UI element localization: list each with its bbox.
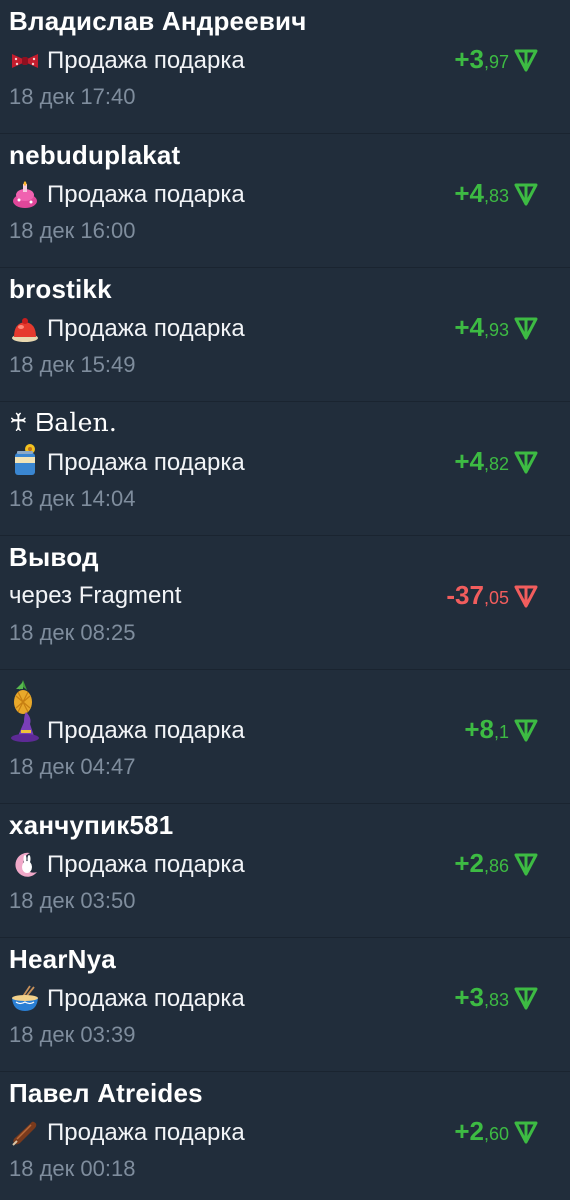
transaction-amount: +2,60	[454, 1116, 539, 1147]
transaction-row[interactable]: HearNya Продажа подарка 18 дек 03:39 +3,…	[0, 938, 570, 1072]
witch-hat-icon	[11, 712, 39, 742]
transaction-row[interactable]: ♰ ᗷalen. Продажа подарка 18 дек 14:04 +4…	[0, 402, 570, 536]
transaction-subtitle: Продажа подарка	[9, 314, 245, 344]
transaction-amount: +8,1	[464, 714, 539, 745]
ton-icon	[514, 853, 538, 875]
transaction-list: Владислав Андреевич Продажа подарка 18 д…	[0, 0, 570, 1200]
amount-int: +4	[454, 178, 484, 208]
transaction-subtitle: Продажа подарка	[9, 46, 245, 76]
transaction-date: 18 дек 03:50	[9, 888, 136, 913]
transaction-date: 18 дек 04:47	[9, 754, 136, 779]
subtitle-text: Продажа подарка	[47, 985, 245, 1012]
subtitle-text: Продажа подарка	[47, 717, 245, 744]
jelly-icon	[12, 318, 38, 342]
transaction-title: ♰ ᗷalen.	[9, 408, 118, 437]
transaction-subtitle: Продажа подарка	[9, 1118, 245, 1148]
transaction-amount: +2,86	[454, 848, 539, 879]
sausage-icon	[12, 1121, 37, 1146]
amount-frac: ,05	[483, 587, 509, 608]
amount-int: +2	[454, 848, 484, 878]
amount-frac: ,83	[483, 185, 509, 206]
transaction-amount: +3,83	[454, 982, 539, 1013]
ton-icon	[514, 987, 538, 1009]
amount-int: +4	[454, 446, 484, 476]
transaction-date: 18 дек 14:04	[9, 486, 136, 511]
subtitle-text: через Fragment	[9, 582, 182, 609]
transaction-subtitle: Продажа подарка	[9, 444, 245, 478]
subtitle-text: Продажа подарка	[47, 181, 245, 208]
subtitle-text: Продажа подарка	[47, 851, 245, 878]
transaction-title: HearNya	[9, 944, 116, 974]
ton-icon	[514, 317, 538, 339]
transaction-subtitle: Продажа подарка	[9, 984, 245, 1014]
transaction-date: 18 дек 00:18	[9, 1156, 136, 1181]
amount-frac: ,93	[483, 319, 509, 340]
amount-int: +8	[464, 714, 494, 744]
transaction-title: Владислав Андреевич	[9, 6, 307, 36]
transaction-title: Павел Atreides	[9, 1078, 203, 1108]
transaction-row[interactable]: Владислав Андреевич Продажа подарка 18 д…	[0, 0, 570, 134]
transaction-amount: +4,83	[454, 178, 539, 209]
transaction-amount: +4,93	[454, 312, 539, 343]
transaction-title: Вывод	[9, 542, 99, 572]
transaction-row[interactable]: Вывод через Fragment 18 дек 08:25 -37,05	[0, 536, 570, 670]
amount-int: +4	[454, 312, 484, 342]
flower-jar-icon	[15, 444, 35, 475]
transaction-date: 18 дек 08:25	[9, 620, 136, 645]
ton-icon	[514, 451, 538, 473]
moon-bunny-icon	[15, 852, 37, 877]
transaction-row[interactable]: brostikk Продажа подарка 18 дек 15:49 +4…	[0, 268, 570, 402]
transaction-row[interactable]: ханчупик581 Продажа подарка 18 дек 03:50…	[0, 804, 570, 938]
cake-icon	[13, 181, 37, 208]
bow-tie-icon	[12, 54, 38, 68]
amount-int: +3	[454, 44, 484, 74]
transaction-amount: +4,82	[454, 446, 539, 477]
amount-int: +2	[454, 1116, 484, 1146]
amount-frac: ,97	[483, 51, 509, 72]
ton-icon	[514, 183, 538, 205]
transaction-date: 18 дек 16:00	[9, 218, 136, 243]
amount-int: -37	[446, 580, 484, 610]
transaction-date: 18 дек 15:49	[9, 352, 136, 377]
transaction-date: 18 дек 17:40	[9, 84, 136, 109]
transaction-title: nebuduplakat	[9, 140, 181, 170]
transaction-date: 18 дек 03:39	[9, 1022, 136, 1047]
transaction-row[interactable]: nebuduplakat Продажа подарка 18 дек 16:0…	[0, 134, 570, 268]
amount-frac: ,60	[483, 1123, 509, 1144]
subtitle-text: Продажа подарка	[47, 315, 245, 342]
amount-frac: ,1	[493, 721, 509, 742]
amount-int: +3	[454, 982, 484, 1012]
transaction-subtitle: через Fragment	[9, 582, 181, 610]
ramen-icon	[12, 985, 38, 1011]
transaction-subtitle: Продажа подарка	[9, 712, 245, 746]
amount-frac: ,82	[483, 453, 509, 474]
transaction-amount: -37,05	[446, 580, 539, 611]
ton-icon	[514, 1121, 538, 1143]
subtitle-text: Продажа подарка	[47, 47, 245, 74]
amount-frac: ,83	[483, 989, 509, 1010]
subtitle-text: Продажа подарка	[47, 1119, 245, 1146]
amount-frac: ,86	[483, 855, 509, 876]
ton-icon	[514, 719, 538, 741]
transaction-row[interactable]: Продажа подарка 18 дек 04:47 +8,1	[0, 670, 570, 804]
transaction-amount: +3,97	[454, 44, 539, 75]
transaction-title: ханчупик581	[9, 810, 174, 840]
ton-icon	[514, 49, 538, 71]
ton-icon	[514, 585, 538, 607]
transaction-row[interactable]: Павел Atreides Продажа подарка 18 дек 00…	[0, 1072, 570, 1200]
transaction-subtitle: Продажа подарка	[9, 180, 245, 210]
subtitle-text: Продажа подарка	[47, 449, 245, 476]
transaction-title: brostikk	[9, 274, 112, 304]
transaction-subtitle: Продажа подарка	[9, 850, 245, 880]
